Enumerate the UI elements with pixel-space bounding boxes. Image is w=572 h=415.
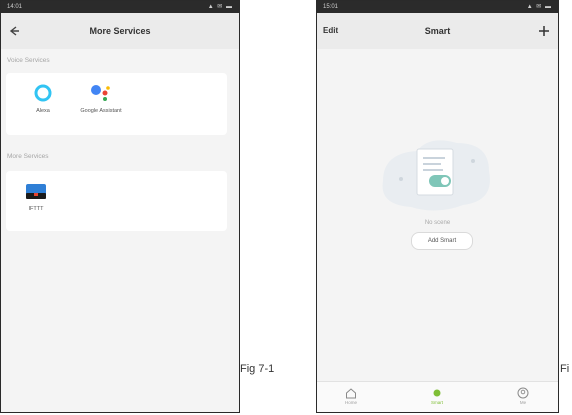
section-label-more-services: More Services [7,153,49,160]
alexa-icon [18,83,68,103]
nav-bar: More Services [1,13,239,49]
google-assistant-icon [76,83,126,103]
tab-me[interactable]: Me [503,386,543,405]
status-icons: ▲ ✉ ▬ [526,4,552,10]
plus-icon[interactable] [538,25,550,37]
tab-home[interactable]: Home [331,386,371,405]
tab-label: Smart [430,400,443,405]
page-title: More Services [89,26,151,36]
tab-bar: Home Smart Me [317,381,558,412]
status-time: 15:01 [323,4,339,10]
status-time: 14:01 [7,4,23,10]
figure-caption-truncated: Fi [560,363,570,375]
more-services-card: IFTTT [6,171,227,231]
service-label: Google Assistant [80,108,122,114]
empty-state-text: No scene [424,220,451,226]
service-ifttt[interactable]: IFTTT [18,183,54,213]
service-label: Alexa [36,108,50,114]
add-smart-button[interactable]: Add Smart [411,232,473,250]
status-bar: 14:01 ▲ ✉ ▬ [1,1,239,13]
service-label: IFTTT [28,206,44,212]
ifttt-icon [18,183,54,201]
nav-bar: Edit Smart [317,13,558,49]
status-icons: ▲ ✉ ▬ [207,4,233,10]
service-google-assistant[interactable]: Google Assistant [76,83,126,115]
home-icon [331,386,371,399]
smart-icon [417,386,457,398]
tab-smart[interactable]: Smart [417,386,457,405]
status-bar: 15:01 ▲ ✉ ▬ [317,1,558,13]
tab-label: Home [344,400,357,405]
more-services-screen: 14:01 ▲ ✉ ▬ More Services Voice Services… [0,0,240,413]
page-title: Smart [424,26,451,36]
smart-screen: 15:01 ▲ ✉ ▬ Edit Smart No scene Add Smar… [316,0,559,413]
voice-services-card: Alexa Google Assistant [6,73,227,135]
empty-scene-illustration [377,131,497,215]
tab-label: Me [519,400,527,405]
section-label-voice-services: Voice Services [7,57,50,64]
profile-icon [503,386,543,399]
figure-caption: Fig 7-1 [240,363,275,375]
service-alexa[interactable]: Alexa [18,83,68,115]
